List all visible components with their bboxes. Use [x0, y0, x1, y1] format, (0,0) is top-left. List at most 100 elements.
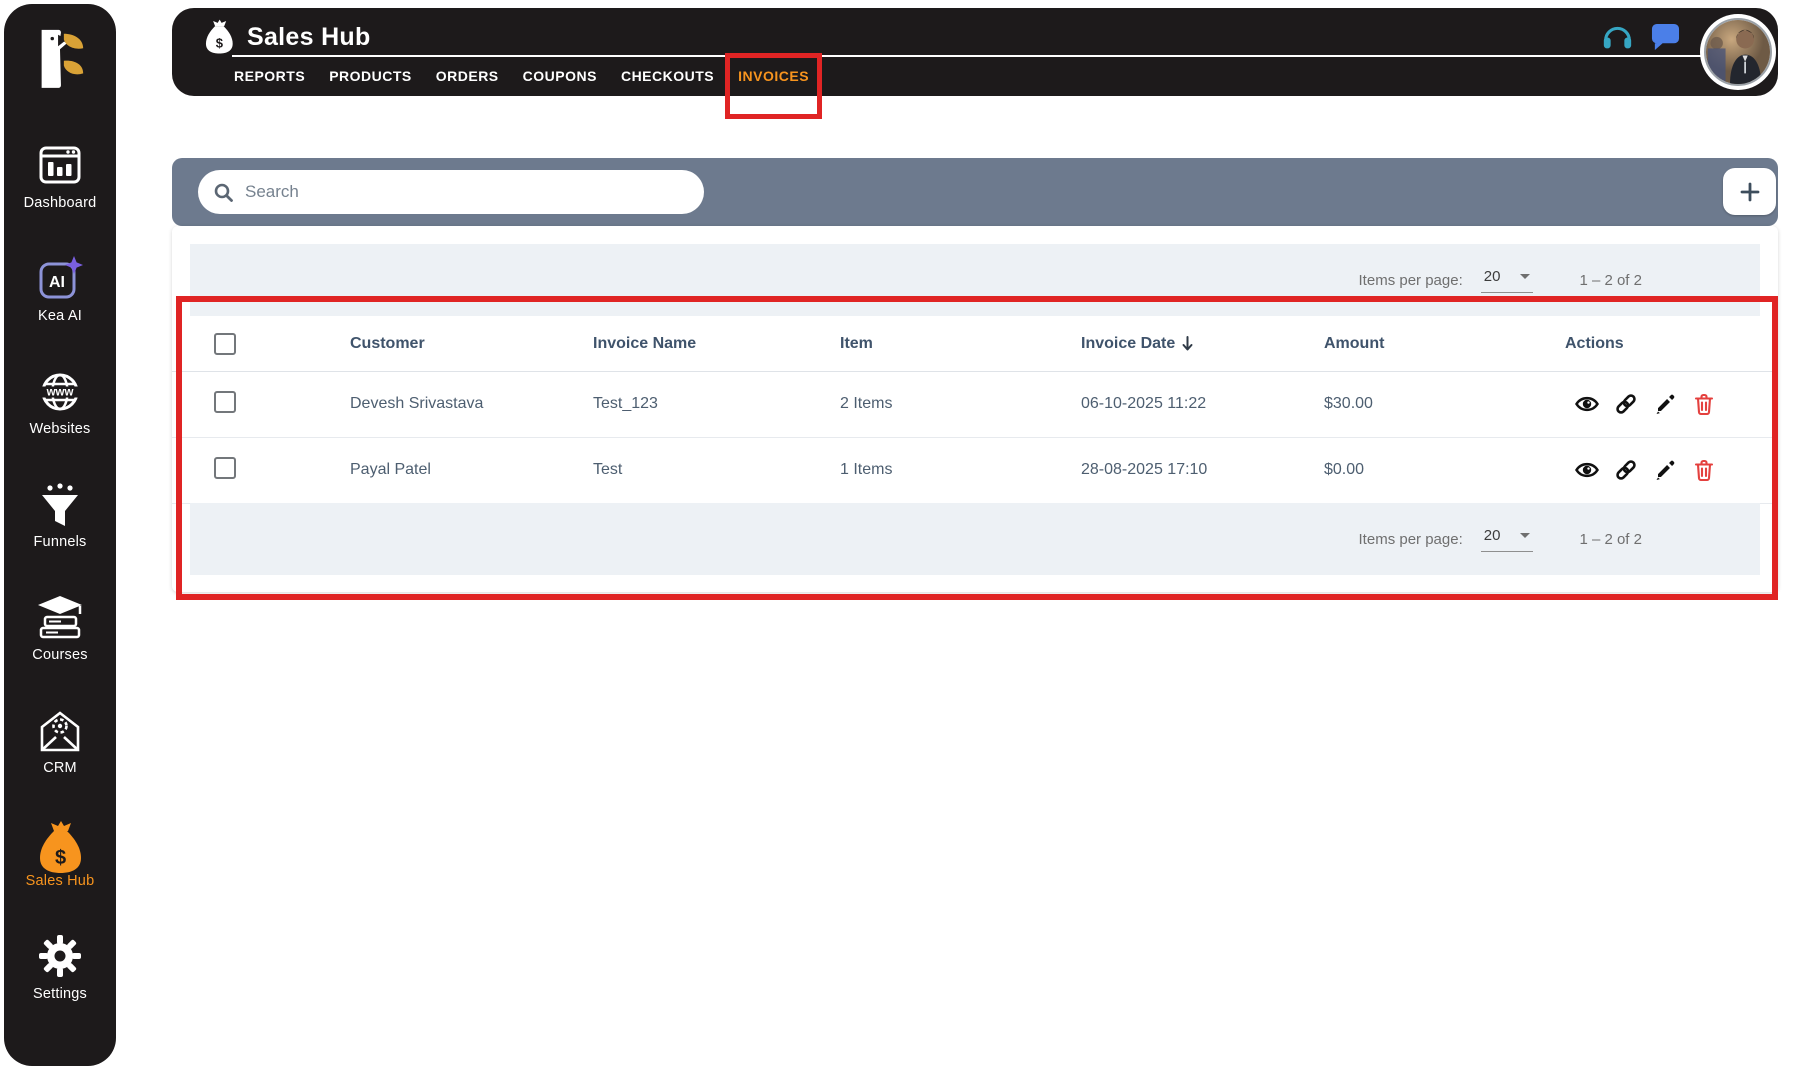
edit-icon[interactable] [1653, 392, 1677, 416]
sidebar-item-crm[interactable]: CRM [4, 707, 116, 776]
column-header-invoice-name[interactable]: Invoice Name [573, 335, 820, 353]
page-size-value: 20 [1483, 267, 1501, 285]
column-header-customer[interactable]: Customer [330, 335, 573, 353]
chevron-down-icon [1520, 532, 1531, 538]
edit-icon[interactable] [1653, 458, 1677, 482]
sidebar-item-kea-ai[interactable]: AI Kea AI [4, 255, 116, 324]
svg-text:$: $ [216, 36, 224, 51]
money-bag-icon: $ [37, 820, 83, 873]
page-title: Sales Hub [247, 22, 371, 51]
sidebar-item-label: Websites [29, 421, 91, 437]
cell-item: 2 Items [840, 395, 893, 412]
select-all-checkbox[interactable] [214, 332, 236, 355]
tab-checkouts[interactable]: CHECKOUTS [621, 68, 714, 84]
paginator-bottom: Items per page: 20 1 – 2 of 2 [190, 503, 1760, 575]
copy-link-icon[interactable] [1614, 458, 1638, 482]
courses-icon [37, 594, 83, 640]
app-logo-icon[interactable] [31, 26, 89, 88]
items-per-page-label: Items per page: [1358, 530, 1463, 548]
header-divider [232, 55, 1764, 57]
add-invoice-button[interactable] [1723, 168, 1776, 215]
header-tabs: REPORTS PRODUCTS ORDERS COUPONS CHECKOUT… [234, 53, 823, 119]
search-toolbar [172, 158, 1778, 226]
table-row: Payal Patel Test 1 Items 28-08-2025 17:1… [172, 437, 1778, 504]
sidebar-item-label: Courses [32, 647, 88, 663]
dashboard-icon [37, 142, 83, 188]
crm-envelope-gear-icon [37, 707, 83, 753]
sidebar-nav: Dashboard AI Kea AI www Websites Funnels… [4, 142, 116, 1002]
cell-customer: Devesh Srivastava [350, 395, 484, 412]
column-header-invoice-date[interactable]: Invoice Date [1061, 335, 1304, 353]
view-icon[interactable] [1575, 392, 1599, 416]
search-icon [214, 183, 233, 202]
headset-icon[interactable] [1602, 22, 1633, 51]
avatar-photo [1704, 18, 1772, 86]
funnel-icon [37, 481, 83, 527]
svg-text:AI: AI [49, 274, 65, 291]
sort-desc-arrow-icon [1182, 336, 1193, 351]
tab-reports[interactable]: REPORTS [234, 68, 305, 84]
delete-icon[interactable] [1692, 458, 1716, 482]
tab-products[interactable]: PRODUCTS [329, 68, 412, 84]
svg-text:$: $ [55, 847, 66, 869]
sidebar-item-dashboard[interactable]: Dashboard [4, 142, 116, 211]
items-per-page-label: Items per page: [1358, 271, 1463, 289]
chevron-down-icon [1520, 273, 1531, 279]
sidebar-item-funnels[interactable]: Funnels [4, 481, 116, 550]
column-header-item[interactable]: Item [820, 335, 1061, 353]
svg-text:www: www [46, 387, 74, 399]
tab-orders[interactable]: ORDERS [436, 68, 499, 84]
row-actions [1545, 392, 1778, 416]
sidebar-item-courses[interactable]: Courses [4, 594, 116, 663]
app-brand: $ Sales Hub [204, 19, 371, 55]
page-size-select[interactable]: 20 [1480, 267, 1534, 293]
table-row: Devesh Srivastava Test_123 2 Items 06-10… [172, 371, 1778, 438]
tab-coupons[interactable]: COUPONS [523, 68, 597, 84]
search-input[interactable] [243, 181, 688, 203]
page-size-value: 20 [1483, 526, 1501, 544]
globe-www-icon: www [37, 368, 83, 414]
paginator-top: Items per page: 20 1 – 2 of 2 [190, 244, 1760, 316]
column-header-amount[interactable]: Amount [1304, 335, 1545, 353]
sidebar-item-label: CRM [43, 760, 77, 776]
row-actions [1545, 458, 1778, 482]
money-bag-icon: $ [204, 19, 234, 55]
sidebar-item-label: Settings [33, 986, 87, 1002]
cell-customer: Payal Patel [350, 461, 431, 478]
copy-link-icon[interactable] [1614, 392, 1638, 416]
sidebar-item-settings[interactable]: Settings [4, 933, 116, 1002]
gear-icon [37, 933, 83, 979]
user-avatar[interactable] [1700, 14, 1776, 90]
page-range-label: 1 – 2 of 2 [1579, 530, 1642, 548]
table-header-row: Customer Invoice Name Item Invoice Date … [172, 316, 1778, 372]
column-header-label: Invoice Date [1081, 334, 1176, 352]
invoices-table-card: Items per page: 20 1 – 2 of 2 Customer I… [172, 226, 1778, 592]
sidebar-item-label: Kea AI [38, 308, 82, 324]
cell-item: 1 Items [840, 461, 893, 478]
cell-invoice-date: 06-10-2025 11:22 [1081, 395, 1207, 412]
view-icon[interactable] [1575, 458, 1599, 482]
plus-icon [1740, 182, 1760, 202]
sidebar-item-websites[interactable]: www Websites [4, 368, 116, 437]
cell-amount: $30.00 [1324, 395, 1373, 412]
cell-invoice-name: Test [593, 461, 623, 478]
cell-invoice-name: Test_123 [593, 395, 658, 412]
chat-icon[interactable] [1651, 23, 1680, 51]
sidebar-item-sales-hub[interactable]: $ Sales Hub [4, 820, 116, 889]
cell-invoice-date: 28-08-2025 17:10 [1081, 461, 1208, 478]
tab-invoices[interactable]: INVOICES [725, 53, 823, 119]
delete-icon[interactable] [1692, 392, 1716, 416]
sidebar: Dashboard AI Kea AI www Websites Funnels… [4, 4, 116, 1066]
page-size-select[interactable]: 20 [1480, 526, 1534, 552]
sidebar-item-label: Dashboard [23, 195, 97, 211]
row-checkbox[interactable] [214, 390, 236, 413]
column-header-actions: Actions [1565, 334, 1624, 352]
cell-amount: $0.00 [1324, 461, 1365, 478]
row-checkbox[interactable] [214, 456, 236, 479]
top-header-bar: $ Sales Hub REPORTS PRODUCTS ORDERS COUP… [172, 8, 1778, 119]
kea-ai-icon: AI [37, 255, 83, 301]
tab-invoices-label: INVOICES [738, 68, 810, 84]
sidebar-item-label: Sales Hub [25, 873, 95, 889]
page-range-label: 1 – 2 of 2 [1579, 271, 1642, 289]
search-box[interactable] [198, 170, 704, 214]
